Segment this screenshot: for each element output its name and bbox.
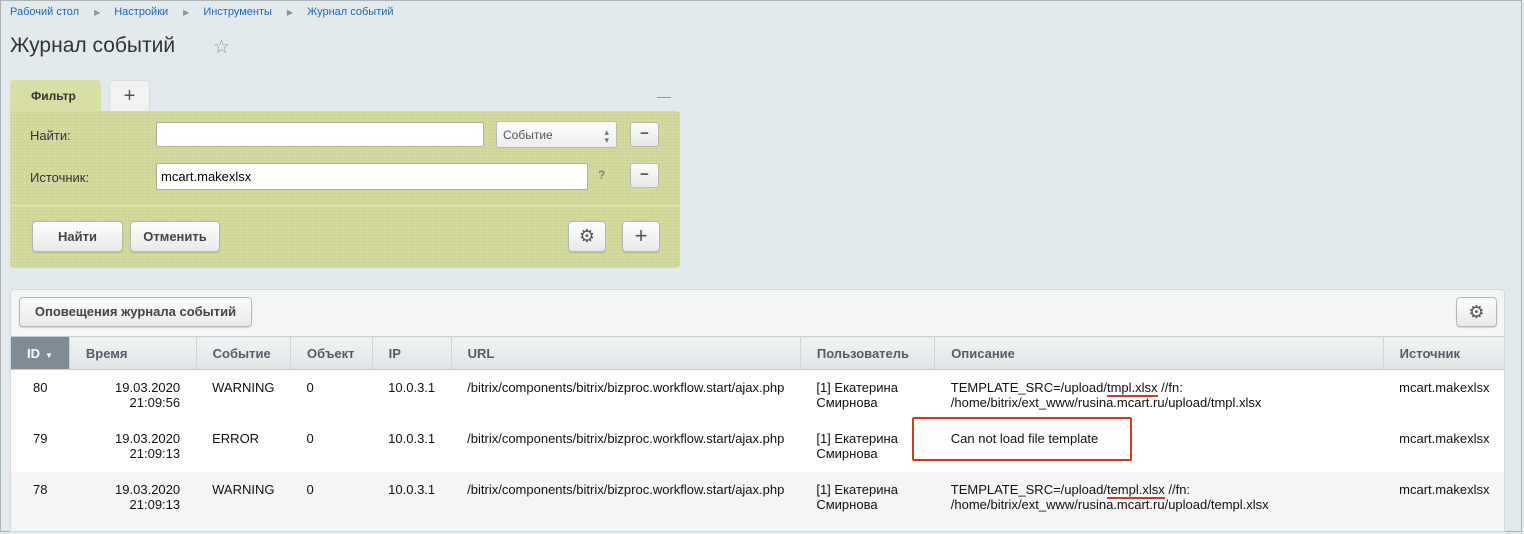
column-header-ip[interactable]: IP <box>372 336 452 370</box>
cell-url: /bitrix/components/bitrix/bizproc.workfl… <box>451 471 801 523</box>
column-header-event[interactable]: Событие <box>196 336 291 370</box>
cell-ip: 10.0.3.1 <box>372 471 452 523</box>
cell-description: Can not load file template <box>934 420 1384 472</box>
cell-id: 79 <box>11 420 70 472</box>
find-button[interactable]: Найти <box>32 221 123 252</box>
tab-filter[interactable]: Фильтр <box>10 80 101 113</box>
collapse-filter-icon[interactable]: — <box>657 88 671 104</box>
breadcrumb-settings[interactable]: Настройки <box>114 6 168 18</box>
breadcrumb: Рабочий стол ▶ Настройки ▶ Инструменты ▶… <box>10 5 394 19</box>
cell-source: mcart.makexlsx <box>1383 471 1504 523</box>
column-header-source[interactable]: Источник <box>1383 336 1504 370</box>
table-row[interactable]: 80 19.03.2020 21:09:56 WARNING 0 10.0.3.1… <box>11 369 1504 421</box>
add-filter-field-button[interactable]: + <box>622 221 660 252</box>
grid-settings-button[interactable]: ⚙ <box>1456 297 1497 327</box>
column-header-time[interactable]: Время <box>69 336 197 370</box>
find-field-select[interactable]: Событие ▴ ▾ <box>496 121 617 148</box>
cell-url: /bitrix/components/bitrix/bizproc.workfl… <box>451 420 801 472</box>
star-icon[interactable]: ☆ <box>213 36 230 59</box>
chevron-right-icon: ▶ <box>94 7 101 17</box>
cell-ip: 10.0.3.1 <box>372 369 452 421</box>
remove-source-field-button[interactable]: − <box>630 163 659 188</box>
filter-panel: Найти: Событие ▴▾ − Источник: ? − Найти … <box>10 111 680 268</box>
cell-user: [1] Екатерина Смирнова <box>800 369 935 421</box>
sort-down-icon: ▼ <box>45 350 53 360</box>
chevron-right-icon: ▶ <box>286 7 294 17</box>
column-header-user[interactable]: Пользователь <box>800 336 936 370</box>
grid-panel: Оповещения журнала событий ⚙ ID ▼ Время С… <box>10 289 1505 532</box>
cell-user: [1] Екатерина Смирнова <box>800 420 935 472</box>
breadcrumb-event-log[interactable]: Журнал событий <box>307 6 393 18</box>
table-row[interactable]: 79 19.03.2020 21:09:13 ERROR 0 10.0.3.1 /… <box>11 420 1504 472</box>
find-label: Найти: <box>30 128 71 143</box>
cell-time: 19.03.2020 21:09:56 <box>69 369 197 421</box>
filter-divider <box>10 205 680 206</box>
cell-id: 80 <box>11 369 70 421</box>
cell-source: mcart.makexlsx <box>1383 369 1504 421</box>
remove-find-field-button[interactable]: − <box>630 122 659 147</box>
cell-time: 19.03.2020 21:09:13 <box>69 420 197 472</box>
source-label: Источник: <box>30 170 90 185</box>
column-header-description[interactable]: Описание <box>934 336 1384 370</box>
event-log-table: ID ▼ Время Событие Объект IP URL Пользова… <box>11 336 1504 523</box>
cell-object: 0 <box>290 471 373 523</box>
breadcrumb-tools[interactable]: Инструменты <box>203 6 272 18</box>
add-filter-tab-button[interactable]: + <box>109 80 150 111</box>
breadcrumb-desktop[interactable]: Рабочий стол <box>10 6 79 18</box>
cancel-button[interactable]: Отменить <box>130 221 220 252</box>
column-header-id[interactable]: ID ▼ <box>11 336 70 370</box>
find-input[interactable] <box>156 122 484 147</box>
cell-event: WARNING <box>196 471 291 523</box>
cell-event: ERROR <box>196 420 291 472</box>
event-log-notifications-button[interactable]: Оповещения журнала событий <box>19 297 252 327</box>
cell-object: 0 <box>290 420 373 472</box>
cell-url: /bitrix/components/bitrix/bizproc.workfl… <box>451 369 801 421</box>
column-header-url[interactable]: URL <box>451 336 801 370</box>
page-title: Журнал событий <box>10 34 176 57</box>
cell-ip: 10.0.3.1 <box>372 420 452 472</box>
help-icon[interactable]: ? <box>598 168 605 182</box>
filter-settings-button[interactable]: ⚙ <box>568 221 606 252</box>
cell-event: WARNING <box>196 369 291 421</box>
gear-icon: ⚙ <box>1468 302 1485 322</box>
gear-icon: ⚙ <box>578 226 596 246</box>
source-input[interactable] <box>156 163 588 190</box>
table-row[interactable]: 78 19.03.2020 21:09:13 WARNING 0 10.0.3.1… <box>11 471 1504 523</box>
cell-description: TEMPLATE_SRC=/upload/templ.xlsx //fn:/ho… <box>934 471 1384 523</box>
cell-time: 19.03.2020 21:09:13 <box>69 471 197 523</box>
cell-id: 78 <box>11 471 70 523</box>
plus-icon: + <box>634 223 648 248</box>
cell-source: mcart.makexlsx <box>1383 420 1504 472</box>
find-field-select-value: Событие <box>503 128 553 142</box>
select-arrows-icon: ▴ ▾ <box>604 127 609 145</box>
column-header-object[interactable]: Объект <box>290 336 373 370</box>
table-header-row: ID ▼ Время Событие Объект IP URL Пользова… <box>11 336 1504 370</box>
cell-object: 0 <box>290 369 373 421</box>
chevron-right-icon: ▶ <box>183 7 190 17</box>
cell-description: TEMPLATE_SRC=/upload/tmpl.xlsx //fn:/hom… <box>934 369 1384 421</box>
cell-user: [1] Екатерина Смирнова <box>800 471 935 523</box>
